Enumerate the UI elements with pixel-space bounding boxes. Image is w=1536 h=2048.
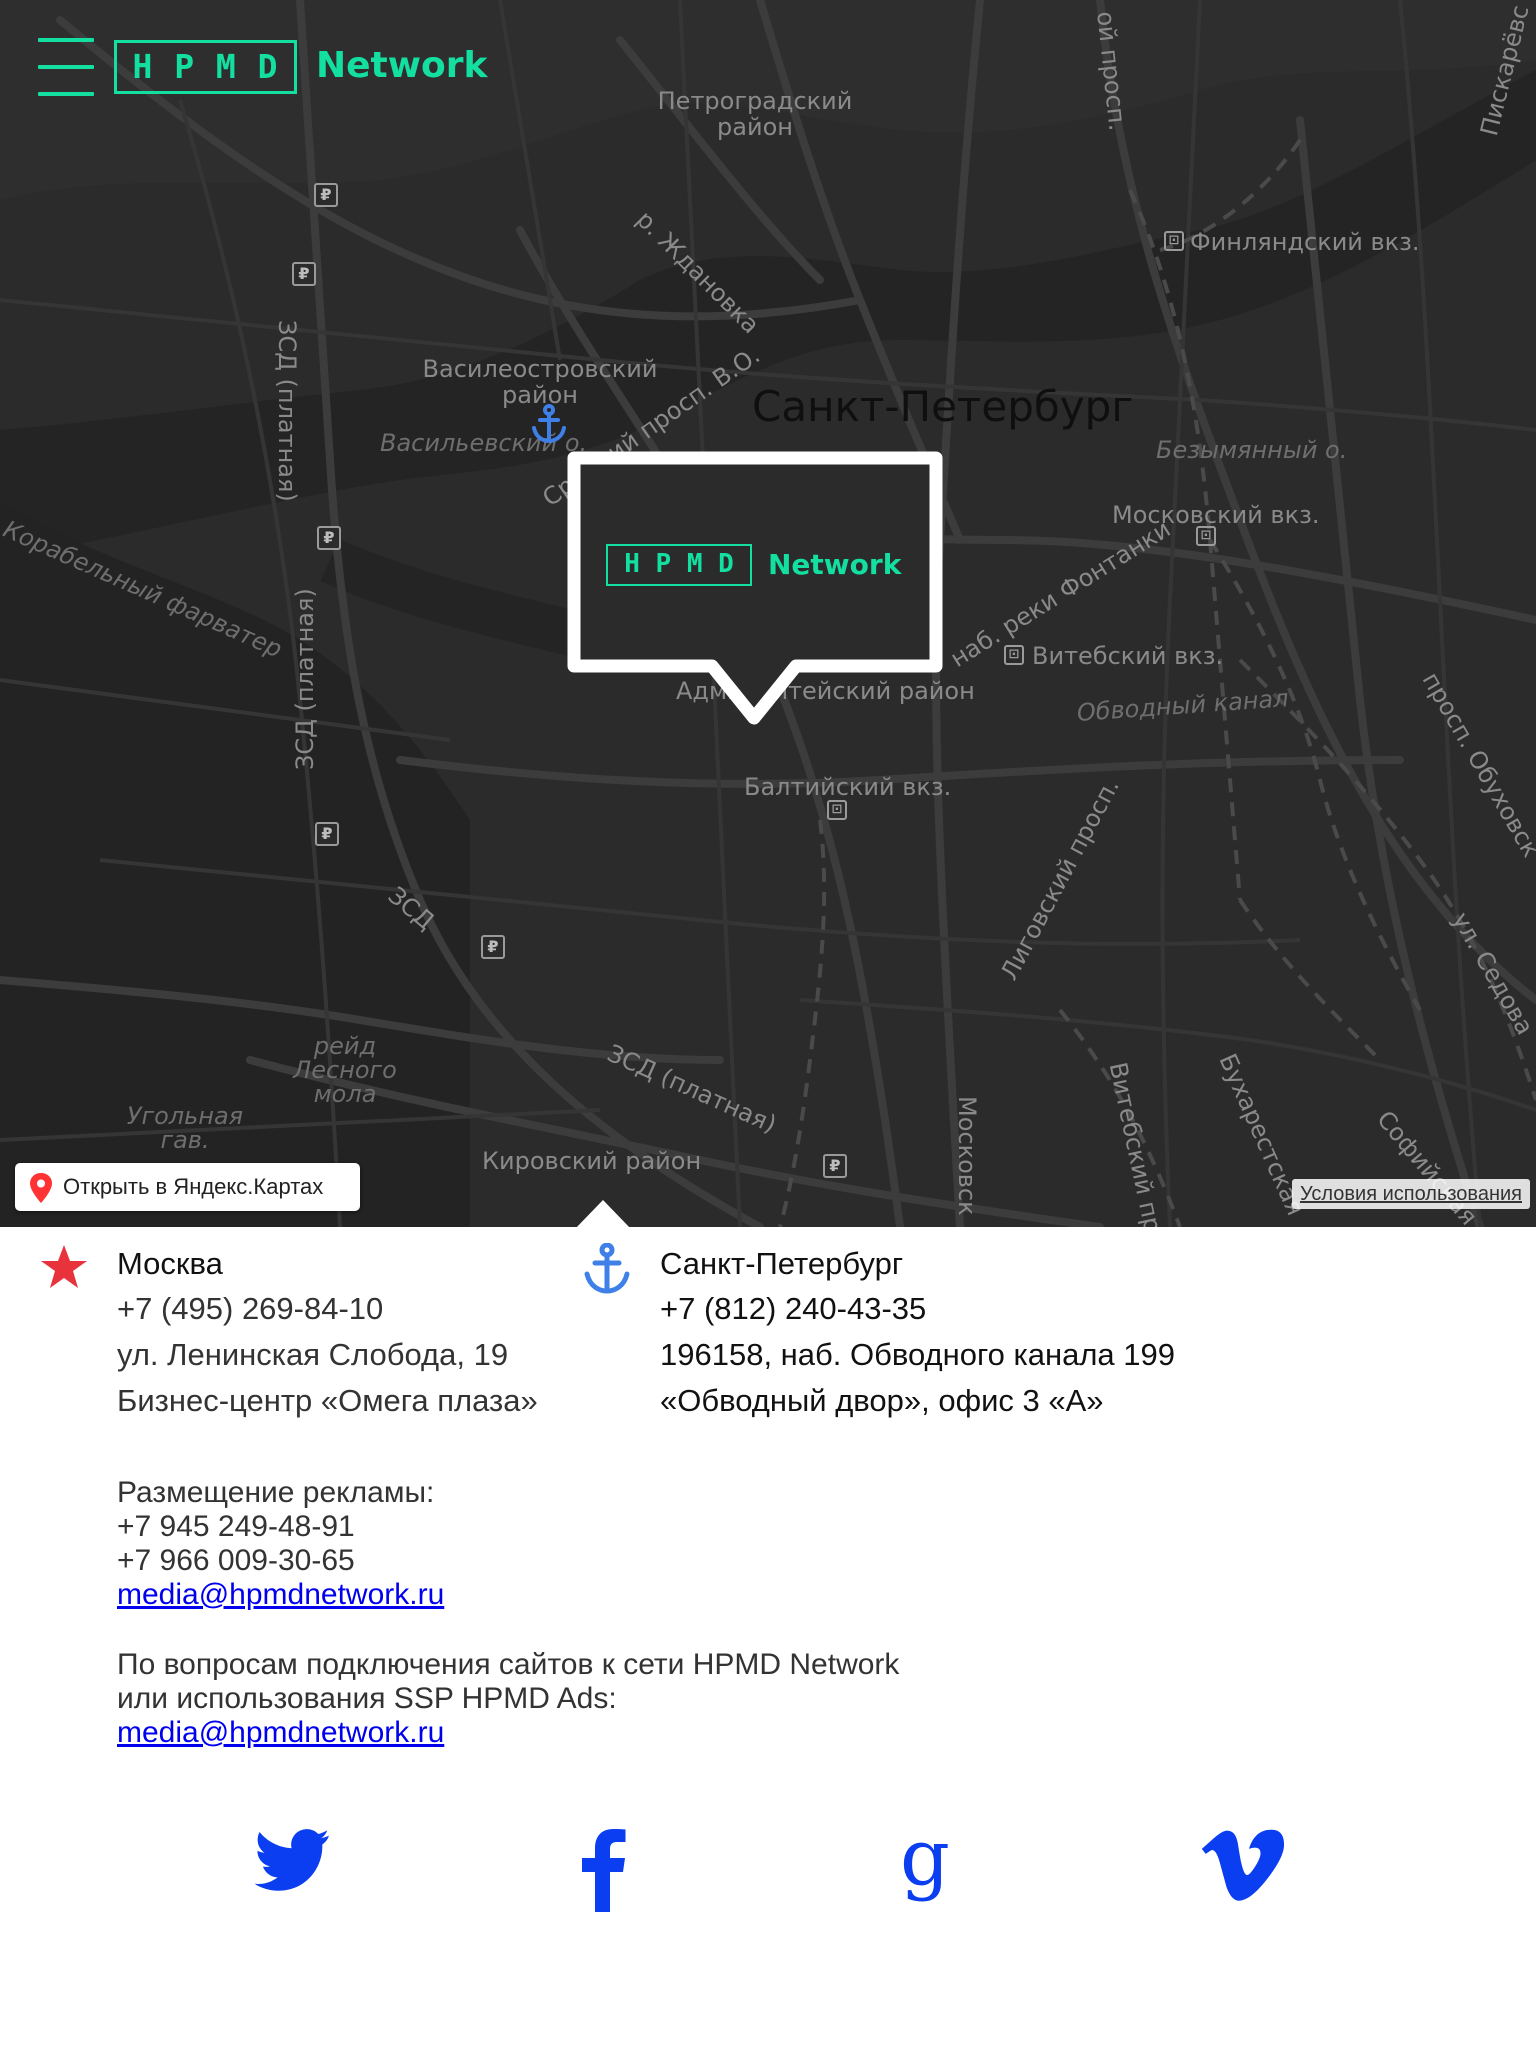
header-logo-word[interactable]: Network (316, 44, 487, 88)
balloon-logo-word: Network (768, 548, 902, 581)
svg-text:g: g (900, 1822, 950, 1903)
map-district-label: Кировский район (482, 1147, 702, 1175)
ruble-marker-icon[interactable]: ₽ (292, 262, 316, 286)
ruble-marker-icon[interactable]: ₽ (823, 1154, 847, 1178)
moscow-office-phone[interactable]: +7 (495) 269-84-10 (117, 1291, 383, 1327)
map-street-label: ЗСД (платная) (291, 588, 319, 770)
map-street-label: рейд Лесного мола (293, 1032, 397, 1108)
google-plus-icon[interactable]: g (880, 1822, 970, 1912)
ruble-marker-icon[interactable]: ₽ (314, 183, 338, 207)
ruble-marker-icon[interactable]: ₽ (315, 822, 339, 846)
ruble-marker-icon[interactable]: ₽ (481, 935, 505, 959)
map-district-label: Василеостровский район (422, 355, 658, 409)
open-in-yandex-maps-button[interactable]: Открыть в Яндекс.Картах (15, 1163, 360, 1211)
vimeo-icon[interactable] (1198, 1822, 1288, 1912)
map-station-label: Балтийский вкз. (744, 773, 952, 801)
balloon-logo-box: H P M D (606, 544, 752, 586)
moscow-office-building: Бизнес-центр «Омега плаза» (117, 1383, 538, 1418)
map-anchor-marker-icon[interactable] (530, 404, 568, 444)
map-station-label: Финляндский вкз. (1190, 228, 1420, 256)
map-district-label: Петроградский район (657, 87, 853, 141)
map[interactable]: H P M D Network Петроградский район Васи… (0, 0, 1536, 1227)
partners-text: или использования SSP HPMD Ads: (117, 1682, 617, 1715)
map-station-label: Витебский вкз. (1032, 642, 1224, 670)
partners-email-link[interactable]: media@hpmdnetwork.ru (117, 1716, 444, 1750)
map-pointer-notch (574, 1200, 632, 1230)
twitter-icon[interactable] (246, 1822, 336, 1912)
map-pin-icon (30, 1173, 52, 1203)
spb-office-title: Санкт-Петербург (660, 1246, 904, 1281)
map-street-label: Безымянный о. (1156, 436, 1348, 464)
railway-station-icon[interactable]: ⊡ (1164, 231, 1184, 251)
advertising-email-link[interactable]: media@hpmdnetwork.ru (117, 1578, 444, 1612)
header-logo-box[interactable]: H P M D (114, 40, 297, 94)
star-icon (41, 1245, 87, 1288)
partners-text: По вопросам подключения сайтов к сети HP… (117, 1648, 900, 1681)
ruble-marker-icon[interactable]: ₽ (317, 526, 341, 550)
advertising-phone[interactable]: +7 945 249-48-91 (117, 1510, 355, 1544)
map-balloon[interactable] (566, 450, 944, 732)
anchor-icon (584, 1243, 630, 1294)
map-city-label: Санкт-Петербург (752, 382, 1134, 431)
railway-station-icon[interactable]: ⊡ (1004, 645, 1024, 665)
menu-bar (38, 92, 94, 96)
railway-station-icon[interactable]: ⊡ (827, 800, 847, 820)
menu-button[interactable] (38, 38, 94, 96)
menu-bar (38, 65, 94, 69)
menu-bar (38, 38, 94, 42)
map-street-label: ЗСД (платная) (273, 320, 301, 502)
railway-station-icon[interactable]: ⊡ (1196, 526, 1216, 546)
open-in-yandex-maps-label: Открыть в Яндекс.Картах (63, 1174, 324, 1199)
advertising-phone[interactable]: +7 966 009-30-65 (117, 1544, 355, 1578)
terms-of-use-link[interactable]: Условия использования (1292, 1179, 1530, 1209)
spb-office-building: «Обводный двор», офис 3 «А» (660, 1383, 1104, 1418)
spb-office-address: 196158, наб. Обводного канала 199 (660, 1337, 1175, 1372)
spb-office-phone[interactable]: +7 (812) 240-43-35 (660, 1291, 926, 1327)
moscow-office-address: ул. Ленинская Слобода, 19 (117, 1337, 509, 1372)
moscow-office-title: Москва (117, 1246, 223, 1281)
map-street-label: Московск (953, 1096, 981, 1216)
facebook-icon[interactable] (562, 1822, 652, 1912)
map-street-label: Угольная гав. (126, 1102, 244, 1154)
advertising-label: Размещение рекламы: (117, 1476, 435, 1509)
